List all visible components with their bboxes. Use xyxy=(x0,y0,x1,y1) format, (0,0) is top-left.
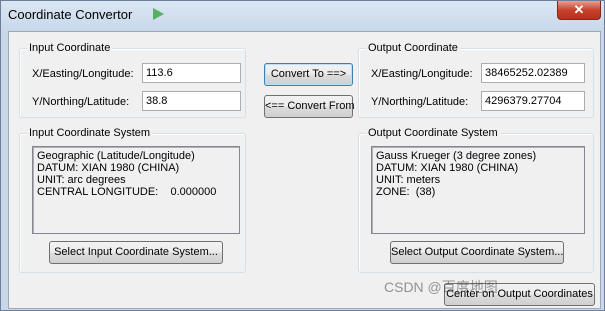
dialog-client-area: Input Coordinate X/Easting/Longitude: Y/… xyxy=(8,31,601,309)
output-coordinate-group: Output Coordinate X/Easting/Longitude: Y… xyxy=(358,42,594,118)
output-coordinate-legend: Output Coordinate xyxy=(366,42,460,54)
input-system-legend: Input Coordinate System xyxy=(27,127,153,139)
input-system-group: Input Coordinate System Geographic (Lati… xyxy=(19,127,246,273)
convert-from-button[interactable]: <== Convert From xyxy=(264,95,355,118)
input-x-label: X/Easting/Longitude: xyxy=(32,68,134,80)
input-system-description[interactable]: Geographic (Latitude/Longitude) DATUM: X… xyxy=(32,146,240,234)
output-system-group: Output Coordinate System Gauss Krueger (… xyxy=(358,127,594,273)
window-title: Coordinate Convertor xyxy=(8,7,133,22)
output-y-field[interactable] xyxy=(481,91,585,111)
watermark: CSDN @百度地图 xyxy=(384,279,498,295)
input-y-label: Y/Northing/Latitude: xyxy=(32,96,130,108)
input-y-field[interactable] xyxy=(142,91,241,111)
output-system-description[interactable]: Gauss Krueger (3 degree zones) DATUM: XI… xyxy=(371,146,585,234)
output-x-field[interactable] xyxy=(481,63,585,83)
coordinate-convertor-window: Coordinate Convertor ✕ Input Coordinate … xyxy=(0,0,605,311)
select-input-system-button[interactable]: Select Input Coordinate System... xyxy=(49,241,223,264)
input-x-field[interactable] xyxy=(142,63,241,83)
title-bar[interactable]: Coordinate Convertor ✕ xyxy=(1,1,604,29)
input-coordinate-group: Input Coordinate X/Easting/Longitude: Y/… xyxy=(19,42,246,118)
select-output-system-button[interactable]: Select Output Coordinate System... xyxy=(390,241,564,264)
output-system-legend: Output Coordinate System xyxy=(366,127,500,139)
output-y-label: Y/Northing/Latitude: xyxy=(371,96,469,108)
input-coordinate-legend: Input Coordinate xyxy=(27,42,113,54)
convert-to-button[interactable]: Convert To ==> xyxy=(264,63,353,86)
close-button[interactable]: ✕ xyxy=(557,1,601,20)
output-x-label: X/Easting/Longitude: xyxy=(371,68,473,80)
green-arrow-icon xyxy=(153,8,164,20)
close-icon: ✕ xyxy=(573,2,585,17)
